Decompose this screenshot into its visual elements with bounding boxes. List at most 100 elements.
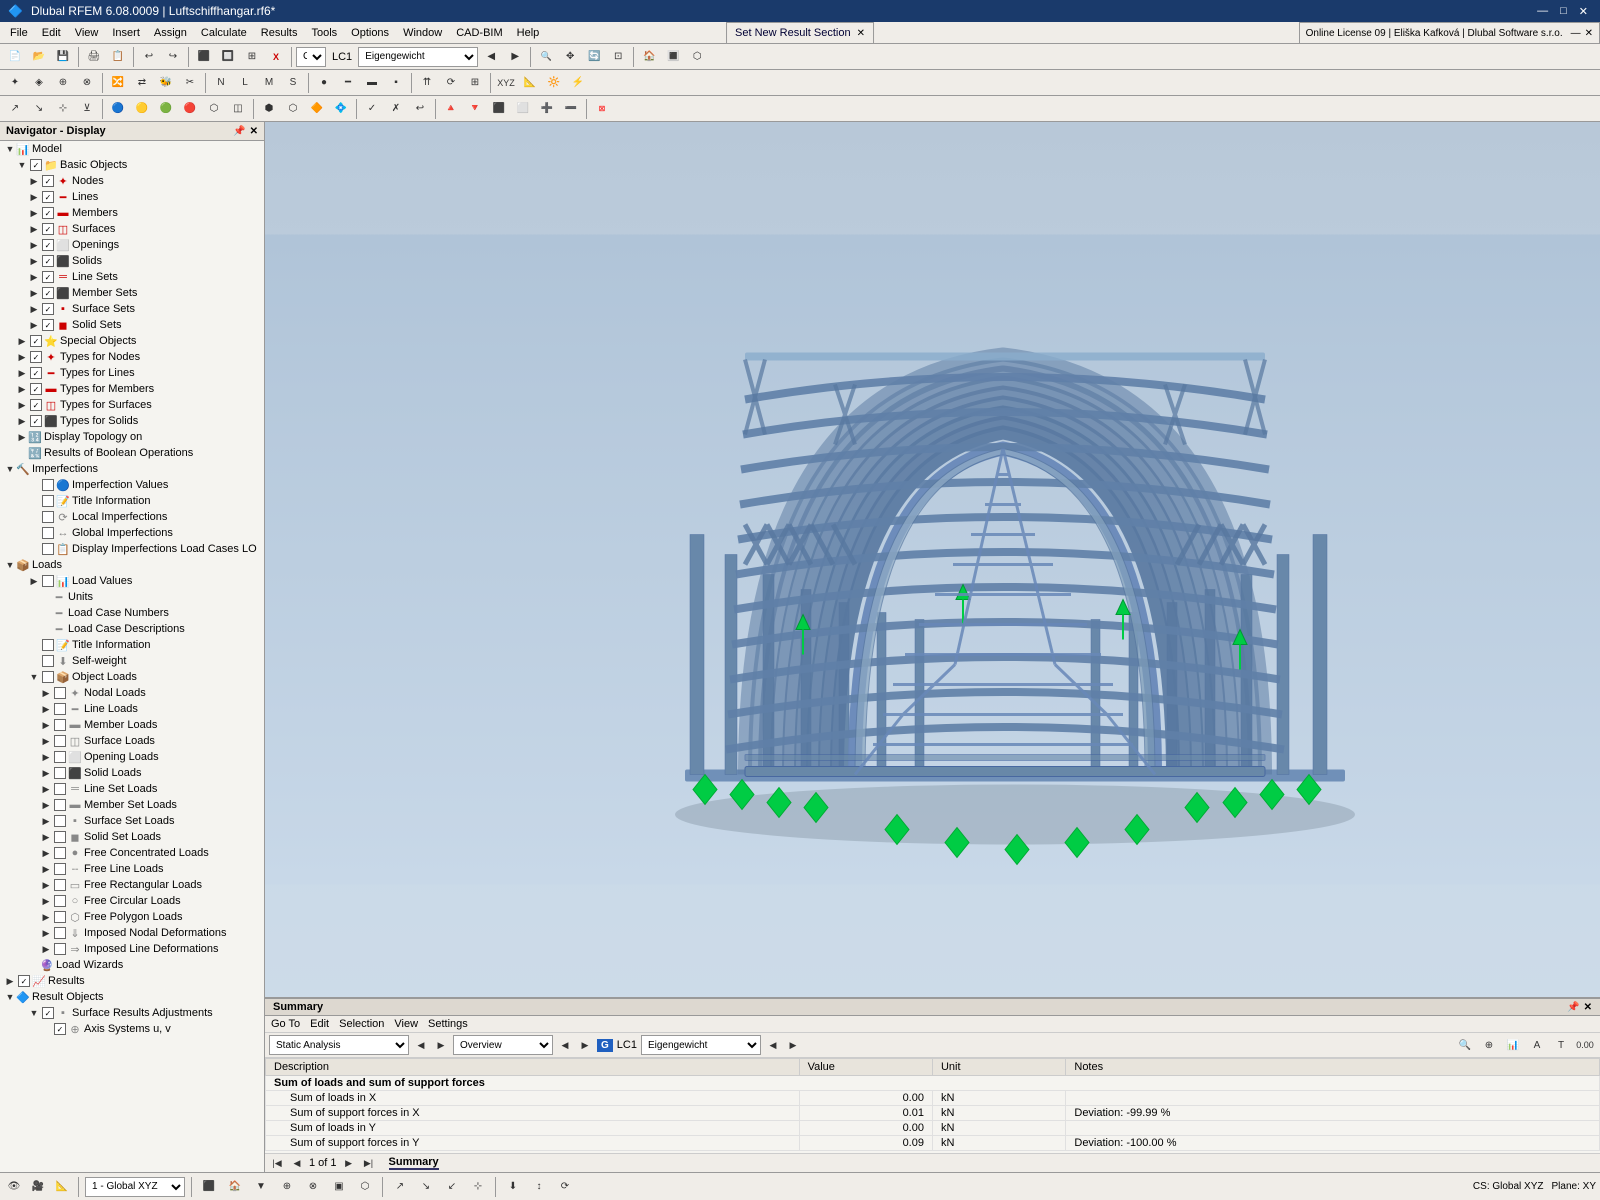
tb3-17[interactable]: 🔻 <box>464 98 486 120</box>
sum-tb3[interactable]: 📊 <box>1502 1034 1524 1056</box>
tb3-15[interactable]: 💠 <box>330 98 352 120</box>
tree-surface-loads[interactable]: ▶ ◫ Surface Loads <box>0 733 264 749</box>
cb-types-lines[interactable] <box>30 367 42 379</box>
tb2-8[interactable]: ✂ <box>179 72 201 94</box>
cb-self-weight[interactable] <box>42 655 54 667</box>
tree-model[interactable]: ▼ 📊 Model <box>0 141 264 157</box>
tree-surface-sets[interactable]: ▶ ▪ Surface Sets <box>0 301 264 317</box>
tree-results[interactable]: ▶ 📈 Results <box>0 973 264 989</box>
expand-types-solids[interactable]: ▶ <box>16 415 28 427</box>
tb2-17[interactable]: 📐 <box>519 72 541 94</box>
cb-members[interactable] <box>42 207 54 219</box>
tb3-5[interactable]: 🔵 <box>107 98 129 120</box>
tb2-18[interactable]: 🔆 <box>543 72 565 94</box>
tree-opening-loads[interactable]: ▶ ⬜ Opening Loads <box>0 749 264 765</box>
tree-types-lines[interactable]: ▶ ━ Types for Lines <box>0 365 264 381</box>
expand-types-surfaces[interactable]: ▶ <box>16 399 28 411</box>
tree-member-set-loads[interactable]: ▶ ▬ Member Set Loads <box>0 797 264 813</box>
tb-undo[interactable]: ↩ <box>138 46 160 68</box>
tree-display-imp-lc[interactable]: ▶ 📋 Display Imperfections Load Cases LO <box>0 541 264 557</box>
cb-global-imp[interactable] <box>42 527 54 539</box>
cb-free-conc[interactable] <box>54 847 66 859</box>
cb-disp-imp[interactable] <box>42 543 54 555</box>
status-tb1[interactable]: ⬛ <box>198 1176 220 1198</box>
cb-free-poly[interactable] <box>54 911 66 923</box>
summary-table-container[interactable]: Description Value Unit Notes Sum of load… <box>265 1058 1600 1153</box>
tb3-12[interactable]: ⬢ <box>258 98 280 120</box>
load-case-name-dropdown[interactable]: Eigengewicht <box>358 47 478 67</box>
exp-surf-res[interactable]: ▼ <box>28 1007 40 1019</box>
expand-solids[interactable]: ▶ <box>28 255 40 267</box>
tb3-x[interactable]: ✗ <box>385 98 407 120</box>
exp-free-rect[interactable]: ▶ <box>40 879 52 891</box>
cb-surface-sets[interactable] <box>42 303 54 315</box>
exp-line-loads[interactable]: ▶ <box>40 703 52 715</box>
page-last[interactable]: ▶| <box>361 1155 377 1171</box>
tree-member-sets[interactable]: ▶ ⬛ Member Sets <box>0 285 264 301</box>
sum-tb4[interactable]: A <box>1526 1034 1548 1056</box>
summary-goto[interactable]: Go To <box>271 1018 300 1030</box>
tree-lc-numbers[interactable]: ▶ ━ Load Case Numbers <box>0 605 264 621</box>
tb2-6[interactable]: ⇄ <box>131 72 153 94</box>
exp-sols-loads[interactable]: ▶ <box>40 831 52 843</box>
status-force[interactable]: ↕ <box>528 1176 550 1198</box>
menu-edit[interactable]: Edit <box>36 25 67 41</box>
exp-imp-line[interactable]: ▶ <box>40 943 52 955</box>
tb3-21[interactable]: ➖ <box>560 98 582 120</box>
tb-print[interactable]: 🖨 <box>83 46 105 68</box>
exp-ss-loads[interactable]: ▶ <box>40 815 52 827</box>
cb-surfaces[interactable] <box>42 223 54 235</box>
analysis-next[interactable]: ▶ <box>433 1037 449 1053</box>
summary-edit[interactable]: Edit <box>310 1018 329 1030</box>
menu-insert[interactable]: Insert <box>106 25 146 41</box>
result-section-label[interactable]: Set New Result Section <box>735 27 851 39</box>
tb2-3[interactable]: ⊕ <box>52 72 74 94</box>
cb-title-info-loads[interactable] <box>42 639 54 651</box>
expand-surfaces[interactable]: ▶ <box>28 223 40 235</box>
tb3-19[interactable]: ⬜ <box>512 98 534 120</box>
tb2-10[interactable]: L <box>234 72 256 94</box>
tree-title-imp[interactable]: ▶ 📝 Title Information <box>0 493 264 509</box>
cb-imp-nodal[interactable] <box>54 927 66 939</box>
cb-special[interactable] <box>30 335 42 347</box>
tree-display-topology[interactable]: ▶ 🔢 Display Topology on <box>0 429 264 445</box>
cb-lines[interactable] <box>42 191 54 203</box>
summary-pin[interactable]: 📌 <box>1567 1002 1579 1013</box>
expand-imperfections[interactable]: ▼ <box>4 463 16 475</box>
tree-member-loads[interactable]: ▶ ▬ Member Loads <box>0 717 264 733</box>
expand-types-lines[interactable]: ▶ <box>16 367 28 379</box>
tb2-16[interactable]: XYZ <box>495 72 517 94</box>
tb3-9[interactable]: ⬡ <box>203 98 225 120</box>
tb-save[interactable]: 💾 <box>52 46 74 68</box>
tree-results-boolean[interactable]: ▶ 🔣 Results of Boolean Operations <box>0 445 264 461</box>
exp-ls-loads[interactable]: ▶ <box>40 783 52 795</box>
summary-close[interactable]: ✕ <box>1584 1002 1592 1013</box>
tb3-check[interactable]: ✓ <box>361 98 383 120</box>
expand-members[interactable]: ▶ <box>28 207 40 219</box>
expand-special[interactable]: ▶ <box>16 335 28 347</box>
sum-tb1[interactable]: 🔍 <box>1454 1034 1476 1056</box>
summary-view[interactable]: View <box>394 1018 418 1030</box>
tree-load-wizards[interactable]: ▶ 🔮 Load Wizards <box>0 957 264 973</box>
analysis-type-select[interactable]: Static Analysis <box>269 1035 409 1055</box>
sum-tb6[interactable]: 0.00 <box>1574 1034 1596 1056</box>
tree-types-solids[interactable]: ▶ ⬛ Types for Solids <box>0 413 264 429</box>
exp-free-poly[interactable]: ▶ <box>40 911 52 923</box>
view-select[interactable]: 1 - Global XYZ <box>85 1177 185 1197</box>
tb-pan[interactable]: ✥ <box>559 46 581 68</box>
nav-close-button[interactable]: ✕ <box>250 126 258 137</box>
status-icon1[interactable]: 👁 <box>4 1177 24 1197</box>
tree-self-weight[interactable]: ▶ ⬇ Self-weight <box>0 653 264 669</box>
tree-types-surfaces[interactable]: ▶ ◫ Types for Surfaces <box>0 397 264 413</box>
tree-surfaces[interactable]: ▶ ◫ Surfaces <box>0 221 264 237</box>
summary-settings[interactable]: Settings <box>428 1018 468 1030</box>
cb-axis[interactable] <box>54 1023 66 1035</box>
cb-types-members[interactable] <box>30 383 42 395</box>
cb-solid-loads[interactable] <box>54 767 66 779</box>
cb-nodes[interactable] <box>42 175 54 187</box>
summary-tab[interactable]: Summary <box>389 1156 439 1170</box>
sum-tb5[interactable]: T <box>1550 1034 1572 1056</box>
status-tb7[interactable]: ⬡ <box>354 1176 376 1198</box>
cb-results[interactable] <box>18 975 30 987</box>
license-close[interactable]: ✕ <box>1585 28 1593 39</box>
